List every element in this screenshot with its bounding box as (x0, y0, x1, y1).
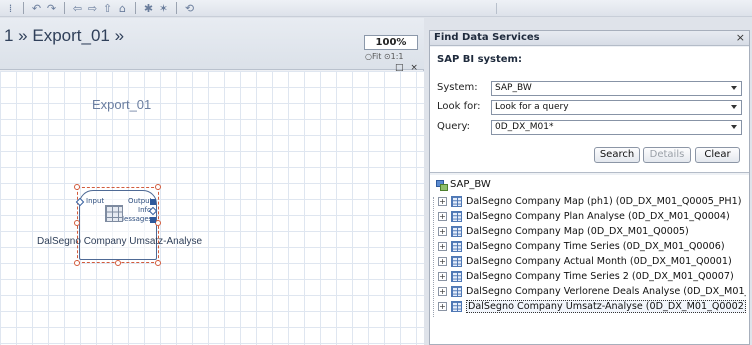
query-icon (451, 285, 462, 297)
tree-item[interactable]: + DalSegno Company Map (ph1) (0D_DX_M01_Q… (438, 194, 742, 208)
expand-icon[interactable]: + (438, 256, 447, 266)
design-canvas[interactable]: Export_01 Input Output Info Messages Dal… (0, 71, 424, 345)
tree-connector (433, 197, 434, 317)
tree-item-label: DalSegno Company Time Series 2 (0D_DX_M0… (466, 270, 734, 282)
expand-icon[interactable]: + (438, 271, 447, 281)
resize-handle[interactable] (155, 260, 161, 266)
table-icon (105, 205, 123, 222)
toolbar-separator (176, 2, 177, 14)
toolbar-separator (135, 2, 136, 14)
resize-handle[interactable] (155, 184, 161, 190)
query-label: Query: (437, 121, 471, 132)
chevron-down-icon (731, 86, 737, 90)
system-label: System: (437, 82, 478, 93)
breadcrumb[interactable]: 1 » Export_01 » (4, 26, 124, 46)
query-icon (451, 270, 462, 282)
tree-item-label: DalSegno Company Map (ph1) (0D_DX_M01_Q0… (466, 195, 742, 207)
undo-icon[interactable]: ↶ (30, 2, 43, 15)
query-icon (451, 195, 462, 207)
tree-root-label: SAP_BW (450, 179, 491, 190)
expand-icon[interactable]: + (438, 196, 447, 206)
model-editor: 1 » Export_01 » 100% ○Fit ⊙1:1 □ × Expor… (0, 18, 424, 345)
query-icon (451, 255, 462, 267)
node-label: DalSegno Company Umsatz-Analyse (37, 236, 203, 247)
tree-item[interactable]: + DalSegno Company Map (0D_DX_M01_Q0005) (438, 224, 689, 238)
query-value: 0D_DX_M01* (495, 122, 554, 132)
tree-item[interactable]: + DalSegno Company Umsatz-Analyse (0D_DX_… (438, 299, 746, 313)
toolbar-divider (496, 3, 497, 14)
output-port-label: Output (128, 197, 153, 205)
expand-icon[interactable]: + (438, 241, 447, 251)
resize-handle[interactable] (74, 184, 80, 190)
tree-item-label: DalSegno Company Verlorene Deals Analyse… (466, 285, 746, 297)
tree-item-label: DalSegno Company Umsatz-Analyse (0D_DX_M… (466, 299, 746, 313)
search-button[interactable]: Search (594, 147, 640, 163)
pin-icon[interactable]: ✱ (142, 2, 155, 15)
panel-header: Find Data Services × (430, 31, 749, 46)
form-heading: SAP BI system: (437, 54, 522, 65)
zoom-level-field[interactable]: 100% (364, 35, 418, 50)
tree-item-label: DalSegno Company Map (0D_DX_M01_Q0005) (466, 225, 689, 237)
run-icon[interactable]: ✶ (157, 2, 170, 15)
messages-port-label: Messages (118, 215, 153, 223)
back-icon[interactable]: ⇦ (71, 2, 84, 15)
chevron-down-icon (731, 125, 737, 129)
query-icon (451, 225, 462, 237)
find-data-services-panel: Find Data Services × SAP BI system: Syst… (429, 30, 750, 345)
query-icon (451, 240, 462, 252)
system-dropdown[interactable]: SAP_BW (491, 81, 742, 96)
expand-icon[interactable]: + (438, 301, 447, 311)
expand-icon[interactable]: + (438, 286, 447, 296)
messages-port-icon[interactable] (150, 217, 156, 223)
query-input[interactable]: 0D_DX_M01* (491, 120, 742, 135)
tree-item-label: DalSegno Company Actual Month (0D_DX_M01… (466, 255, 732, 267)
editor-header: 1 » Export_01 » 100% ○Fit ⊙1:1 □ × (0, 18, 424, 73)
tree-item[interactable]: + DalSegno Company Time Series 2 (0D_DX_M… (438, 269, 734, 283)
input-port-label: Input (86, 197, 105, 205)
bw-system-icon (436, 179, 448, 191)
tree-item-label: DalSegno Company Plan Analyse (0D_DX_M01… (466, 210, 730, 222)
resize-handle[interactable] (115, 260, 121, 266)
home-icon[interactable]: ⌂ (116, 2, 129, 15)
panel-title: Find Data Services (434, 32, 540, 43)
forward-icon[interactable]: ⇨ (86, 2, 99, 15)
toolbar-grip-icon: ⁞ (8, 1, 13, 15)
toolbar: ⁞ ↶ ↷ ⇦ ⇨ ⇧ ⌂ ✱ ✶ ⟲ (0, 0, 752, 17)
tree-item[interactable]: + DalSegno Company Time Series (0D_DX_M01… (438, 239, 725, 253)
query-tree: SAP_BW + DalSegno Company Map (ph1) (0D_D… (430, 175, 749, 344)
details-button[interactable]: Details (643, 147, 691, 163)
query-icon (451, 300, 462, 312)
expand-icon[interactable]: + (438, 226, 447, 236)
zoom-fit-options[interactable]: ○Fit ⊙1:1 (365, 52, 419, 61)
chevron-down-icon (731, 105, 737, 109)
system-value: SAP_BW (495, 83, 532, 93)
clear-button[interactable]: Clear (695, 147, 740, 163)
close-icon[interactable]: × (736, 31, 745, 44)
tree-item[interactable]: + DalSegno Company Actual Month (0D_DX_M0… (438, 254, 732, 268)
query-icon (451, 210, 462, 222)
tree-item[interactable]: + DalSegno Company Verlorene Deals Analys… (438, 284, 746, 298)
canvas-title: Export_01 (92, 97, 152, 112)
resize-handle[interactable] (74, 260, 80, 266)
lookfor-value: Look for a query (495, 102, 569, 112)
expand-icon[interactable]: + (438, 211, 447, 221)
up-icon[interactable]: ⇧ (101, 2, 114, 15)
tree-item-label: DalSegno Company Time Series (0D_DX_M01_… (466, 240, 725, 252)
search-form: SAP BI system: System: SAP_BW Look for: … (430, 47, 749, 173)
app-window: ⁞ ↶ ↷ ⇦ ⇨ ⇧ ⌂ ✱ ✶ ⟲ 1 » Export_01 » 100%… (0, 0, 752, 345)
help-icon[interactable]: ⟲ (183, 2, 196, 15)
redo-icon[interactable]: ↷ (45, 2, 58, 15)
toolbar-separator (64, 2, 65, 14)
tree-root[interactable]: SAP_BW (436, 179, 491, 191)
toolbar-separator (23, 2, 24, 14)
lookfor-dropdown[interactable]: Look for a query (491, 100, 742, 115)
resize-handle[interactable] (74, 220, 80, 226)
output-port-icon[interactable] (150, 199, 156, 205)
tree-item[interactable]: + DalSegno Company Plan Analyse (0D_DX_M0… (438, 209, 730, 223)
lookfor-label: Look for: (437, 101, 481, 112)
